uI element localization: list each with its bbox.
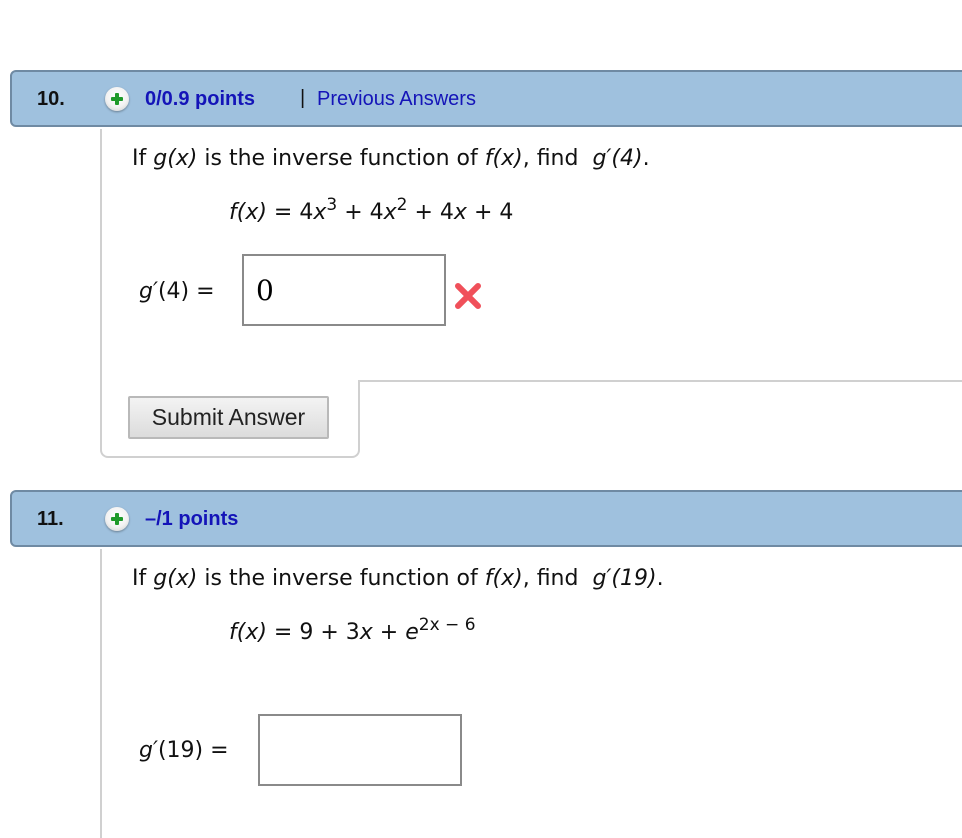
points-link[interactable]: –/1 points xyxy=(145,508,238,531)
formula-part: + 4 xyxy=(466,200,514,225)
prompt-target: g′(19) xyxy=(592,566,657,591)
plus-circle-icon[interactable] xyxy=(105,507,129,531)
answer-10-input[interactable] xyxy=(242,254,446,326)
prompt-target: g′(4) xyxy=(592,146,643,171)
separator: | xyxy=(300,87,306,109)
question-10-prompt: If g(x) is the inverse function of f(x),… xyxy=(132,146,650,171)
formula-exponent: 3 xyxy=(326,195,338,215)
answer-label-rest: (19) = xyxy=(157,738,229,763)
answer-10-label: g′(4) = xyxy=(139,279,215,304)
incorrect-x-icon xyxy=(455,283,481,309)
prompt-text: , find xyxy=(522,566,586,591)
prompt-text: If xyxy=(132,146,154,171)
formula-exponent: 2 xyxy=(396,195,408,215)
formula-lhs: f(x) xyxy=(229,200,267,225)
prompt-f: f(x) xyxy=(484,566,523,591)
formula-var: x xyxy=(313,200,327,225)
formula-part: + xyxy=(372,620,406,645)
answer-11-input[interactable] xyxy=(258,714,462,786)
prompt-g: g(x) xyxy=(153,146,198,171)
formula-var: x xyxy=(359,620,373,645)
answer-label-g: g′ xyxy=(139,279,158,304)
prompt-g: g(x) xyxy=(153,566,198,591)
formula-part: + 4 xyxy=(337,200,384,225)
points-link[interactable]: 0/0.9 points xyxy=(145,88,255,111)
question-10-formula: f(x) = 4x3 + 4x2 + 4x + 4 xyxy=(229,197,514,226)
formula-var: x xyxy=(383,200,397,225)
formula-lhs: f(x) xyxy=(229,620,267,645)
formula-part: = 9 + 3 xyxy=(266,620,360,645)
prompt-text: , find xyxy=(522,146,586,171)
question-11-left-border xyxy=(100,549,102,838)
previous-answers-link[interactable]: Previous Answers xyxy=(317,88,476,111)
answer-label-rest: (4) = xyxy=(157,279,215,304)
prompt-text: is the inverse function of xyxy=(197,146,485,171)
question-11-formula: f(x) = 9 + 3x + e2x − 6 xyxy=(229,617,476,646)
answer-label-g: g′ xyxy=(139,738,158,763)
prompt-text: is the inverse function of xyxy=(197,566,485,591)
submit-area-topline xyxy=(358,380,962,382)
question-10-header: 10. 0/0.9 points | Previous Answers xyxy=(10,70,962,127)
prompt-text: . xyxy=(656,566,664,591)
formula-part: + 4 xyxy=(407,200,454,225)
prompt-text: If xyxy=(132,566,154,591)
answer-11-label: g′(19) = xyxy=(139,738,229,763)
formula-part: = 4 xyxy=(266,200,314,225)
question-number: 11. xyxy=(37,508,64,530)
question-11-header: 11. –/1 points xyxy=(10,490,962,547)
question-11-prompt: If g(x) is the inverse function of f(x),… xyxy=(132,566,664,591)
formula-exponent: 2x − 6 xyxy=(418,615,476,635)
question-10-left-border xyxy=(100,129,102,380)
question-number: 10. xyxy=(37,88,65,110)
plus-circle-icon[interactable] xyxy=(105,87,129,111)
formula-e: e xyxy=(405,620,419,645)
formula-var: x xyxy=(453,200,467,225)
submit-answer-button[interactable]: Submit Answer xyxy=(128,396,329,439)
prompt-f: f(x) xyxy=(484,146,523,171)
prompt-text: . xyxy=(642,146,650,171)
